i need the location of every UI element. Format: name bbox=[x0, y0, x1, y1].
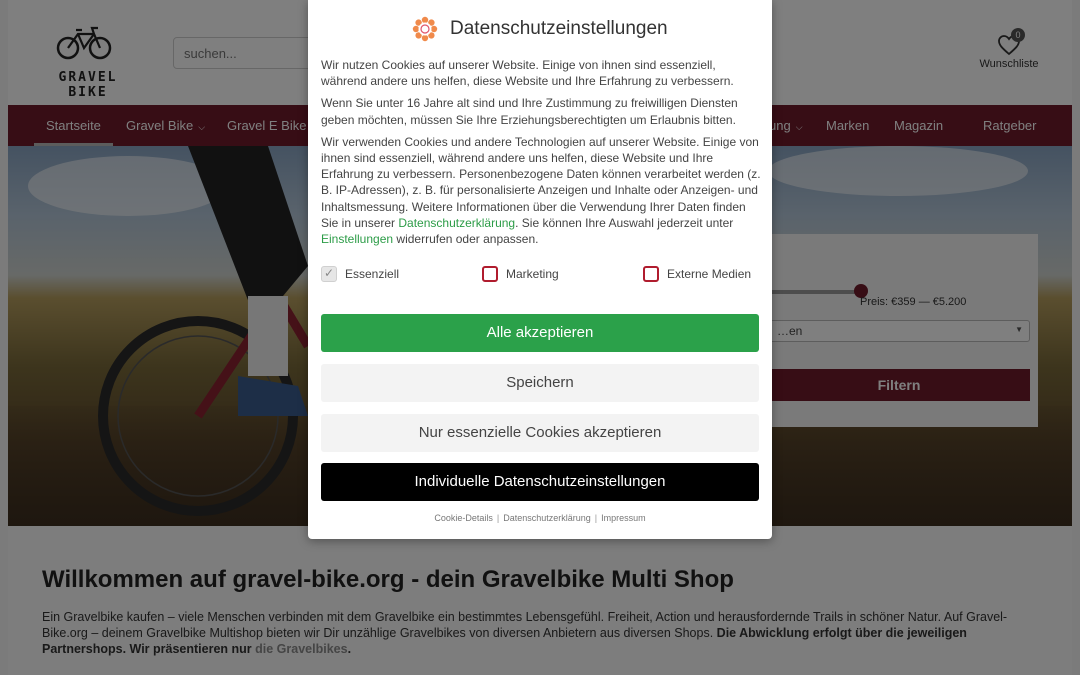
dialog-paragraph: Wenn Sie unter 16 Jahre alt sind und Ihr… bbox=[321, 96, 738, 127]
footer-privacy-link[interactable]: Datenschutzerklärung bbox=[503, 513, 591, 523]
dialog-paragraph: Wir verwenden Cookies und andere Technol… bbox=[321, 134, 761, 247]
imprint-link[interactable]: Impressum bbox=[601, 513, 646, 523]
privacy-policy-link[interactable]: Datenschutzerklärung bbox=[398, 216, 515, 230]
save-button[interactable]: Speichern bbox=[321, 364, 759, 402]
dialog-header: Datenschutzeinstellungen bbox=[308, 14, 772, 44]
dialog-paragraph-text: . Sie können Ihre Auswahl jederzeit unte… bbox=[515, 215, 734, 230]
cookie-consent-dialog: Datenschutzeinstellungen Wir nutzen Cook… bbox=[308, 0, 772, 539]
essenziell-checkbox[interactable] bbox=[321, 266, 337, 282]
accept-essential-button[interactable]: Nur essenzielle Cookies akzeptieren bbox=[321, 414, 759, 452]
footer-separator: | bbox=[594, 513, 598, 523]
dialog-paragraph-text: widerrufen oder anpassen. bbox=[393, 232, 539, 247]
footer-separator: | bbox=[496, 513, 500, 523]
externe-medien-checkbox[interactable] bbox=[643, 266, 659, 282]
marketing-checkbox[interactable] bbox=[482, 266, 498, 282]
consent-label: Marketing bbox=[506, 267, 559, 281]
privacy-logo-icon bbox=[412, 16, 438, 42]
dialog-paragraph: Wir nutzen Cookies auf unserer Website. … bbox=[321, 58, 734, 89]
consent-label: Essenziell bbox=[345, 267, 400, 281]
dialog-body: Wir nutzen Cookies auf unserer Website. … bbox=[321, 57, 761, 253]
consent-label: Externe Medien bbox=[667, 267, 752, 281]
settings-link[interactable]: Einstellungen bbox=[321, 232, 393, 246]
cookie-details-link[interactable]: Cookie-Details bbox=[434, 513, 493, 523]
consent-options: Essenziell Marketing Externe Medien bbox=[321, 264, 761, 286]
accept-all-button[interactable]: Alle akzeptieren bbox=[321, 314, 759, 352]
dialog-footer: Cookie-Details | Datenschutzerklärung | Impr… bbox=[308, 513, 772, 523]
individual-settings-button[interactable]: Individuelle Datenschutzeinstellungen bbox=[321, 463, 759, 501]
dialog-title: Datenschutzeinstellungen bbox=[450, 18, 668, 39]
